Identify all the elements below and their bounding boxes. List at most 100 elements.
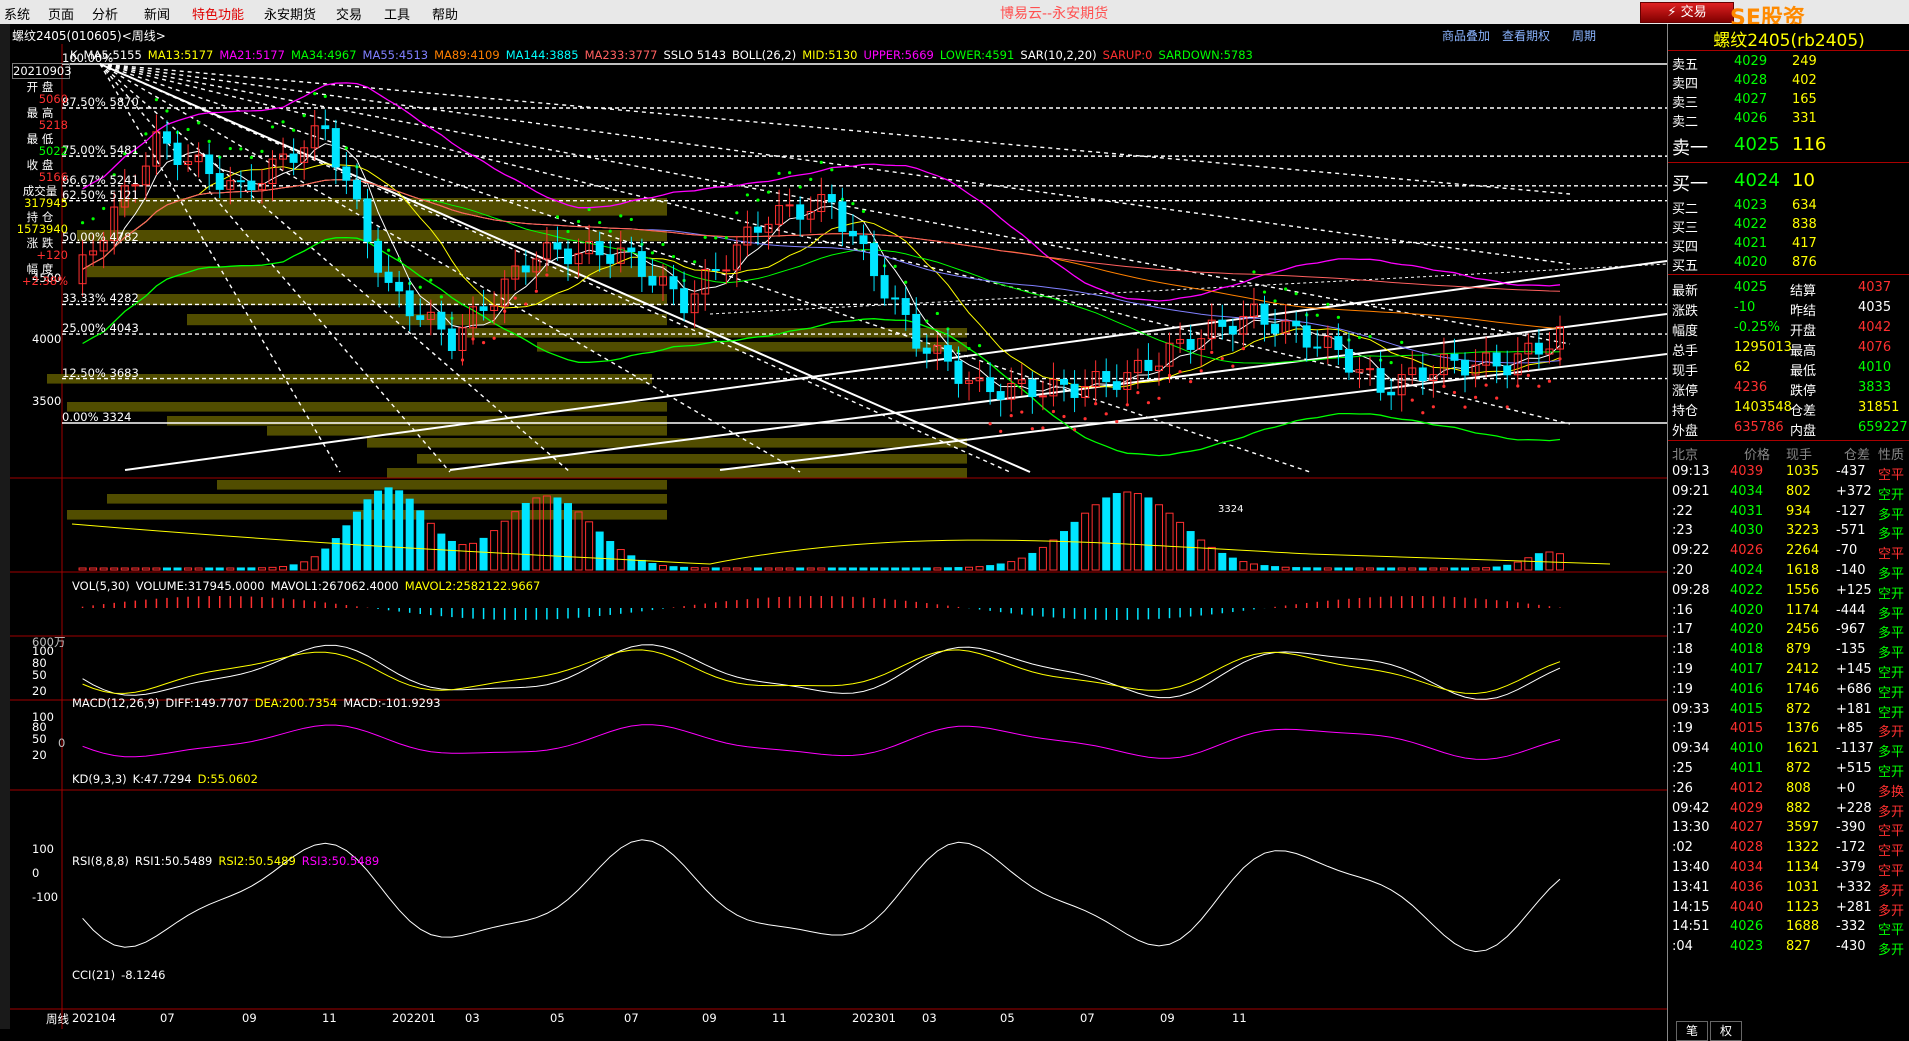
tick-nature: 空平 — [1878, 468, 1905, 483]
x-tick: 05 — [1000, 1011, 1015, 1025]
stat-value: 4037 — [1858, 280, 1892, 295]
tick-row: :17 4020 2456 -967 多平 — [1668, 620, 1909, 641]
candle-body — [321, 125, 330, 130]
indicator-value: RSI(8,8,8) — [72, 854, 129, 868]
tick-price: 4026 — [1730, 543, 1764, 559]
ask-price: 4029 — [1734, 54, 1768, 69]
volume-bar — [627, 555, 636, 571]
tick-price: 4027 — [1730, 820, 1764, 836]
candle-body — [374, 240, 383, 273]
tick-oi-change: -1137 — [1836, 741, 1874, 757]
chart-area[interactable]: 螺纹2405(010605)<周线> 商品叠加 查看期权 周期 K MA5:515… — [10, 24, 1667, 1029]
volume-bar — [374, 490, 383, 571]
sar-dot — [1009, 414, 1013, 418]
sar-dot — [1157, 396, 1161, 400]
stat-row: 总手 1295013 最高 4076 — [1668, 338, 1909, 359]
menu-yongan[interactable]: 永安期货 — [264, 4, 316, 23]
stat-label: 持仓 — [1672, 404, 1699, 419]
tick-oi-change: -70 — [1836, 543, 1858, 559]
macd-axis-label: 0 — [58, 736, 66, 750]
bid-row: 买一 4024 10 — [1668, 168, 1909, 195]
ask-volume: 331 — [1792, 111, 1817, 126]
tick-volume: 872 — [1786, 701, 1811, 717]
volume-bar — [1038, 546, 1047, 571]
tick-row: 09:13 4039 1035 -437 空平 — [1668, 462, 1909, 483]
tick-oi-change: +181 — [1836, 701, 1872, 717]
candle-body — [870, 243, 879, 277]
indicator-value: DEA:200.7354 — [254, 696, 338, 710]
candle-body — [1418, 367, 1427, 382]
volume-profile-bar — [267, 426, 667, 436]
stat-value: 4236 — [1734, 380, 1768, 395]
channel-line — [719, 353, 1667, 471]
tick-nature: 空开 — [1878, 765, 1905, 780]
tick-volume: 3597 — [1786, 820, 1820, 836]
bid-label: 买一 — [1672, 174, 1708, 195]
trade-button[interactable]: ⚡ 交易 — [1640, 2, 1734, 23]
tab-rights[interactable]: 权 — [1710, 1021, 1742, 1041]
volume-bar — [848, 567, 857, 571]
ask-price: 4027 — [1734, 92, 1768, 107]
candle-body — [606, 254, 615, 264]
volume-bar — [1302, 567, 1311, 571]
volume-bar — [1207, 546, 1216, 571]
ask-volume: 116 — [1792, 134, 1827, 155]
low-mark: 3324 — [1218, 504, 1244, 515]
volume-bar — [1492, 566, 1501, 571]
volume-bar — [1007, 561, 1016, 571]
tick-time: 14:15 — [1672, 899, 1710, 915]
menu-trade[interactable]: 交易 — [336, 4, 362, 23]
menu-tools[interactable]: 工具 — [384, 4, 410, 23]
volume-bar — [89, 567, 98, 571]
tick-oi-change: +686 — [1836, 681, 1872, 697]
info-value: +120 — [36, 248, 68, 262]
sar-dot — [1062, 414, 1066, 419]
x-tick: 09 — [1160, 1011, 1175, 1025]
bid-volume: 10 — [1792, 170, 1815, 191]
kline-chart[interactable] — [10, 24, 1667, 1029]
menu-news[interactable]: 新闻 — [144, 4, 170, 23]
tick-time: :18 — [1672, 642, 1693, 658]
tick-oi-change: +145 — [1836, 662, 1872, 677]
volume-bar — [511, 511, 520, 571]
sar-dot — [1030, 427, 1034, 431]
sar-dot — [481, 341, 486, 345]
sar-dot — [91, 217, 95, 221]
tick-time: 09:13 — [1672, 464, 1710, 479]
sar-dot — [1262, 290, 1267, 294]
volume-bar — [680, 566, 689, 571]
menu-system[interactable]: 系统 — [4, 4, 30, 23]
volume-bar — [986, 565, 995, 571]
menu-analysis[interactable]: 分析 — [92, 4, 118, 23]
osc-tick: 50 — [32, 668, 47, 682]
tick-nature: 空平 — [1878, 864, 1905, 879]
tick-time: :19 — [1672, 662, 1693, 677]
sar-dot — [418, 285, 422, 289]
stat-label: 总手 — [1672, 344, 1699, 359]
tick-time: :20 — [1672, 563, 1693, 578]
sar-dot — [228, 146, 232, 151]
volume-bar — [564, 503, 572, 571]
x-tick: 202104 — [72, 1011, 116, 1025]
menu-page[interactable]: 页面 — [48, 4, 74, 23]
volume-bar — [1218, 552, 1227, 571]
tab-ticks[interactable]: 笔 — [1676, 1021, 1708, 1041]
candle-body — [722, 269, 731, 272]
sar-dot — [1326, 302, 1330, 307]
tick-price: 4028 — [1730, 840, 1764, 856]
ask-row: 卖一 4025 116 — [1668, 132, 1909, 159]
menu-special[interactable]: 特色功能 — [192, 4, 244, 23]
bid-row: 买五 4020 876 — [1668, 253, 1909, 274]
stat-label: 最高 — [1790, 344, 1817, 359]
separator — [1668, 50, 1909, 51]
tick-row: 09:22 4026 2264 -70 空平 — [1668, 541, 1909, 562]
tick-time: 13:30 — [1672, 820, 1710, 836]
rsi-line — [82, 724, 1561, 760]
sar-dot — [1357, 335, 1362, 340]
sar-dot — [788, 171, 792, 175]
tick-price: 4012 — [1730, 780, 1764, 796]
menu-help[interactable]: 帮助 — [432, 4, 458, 23]
tick-volume: 1031 — [1786, 879, 1820, 895]
tick-row: :16 4020 1174 -444 多平 — [1668, 601, 1909, 622]
stat-label: 涨跌 — [1672, 304, 1699, 319]
